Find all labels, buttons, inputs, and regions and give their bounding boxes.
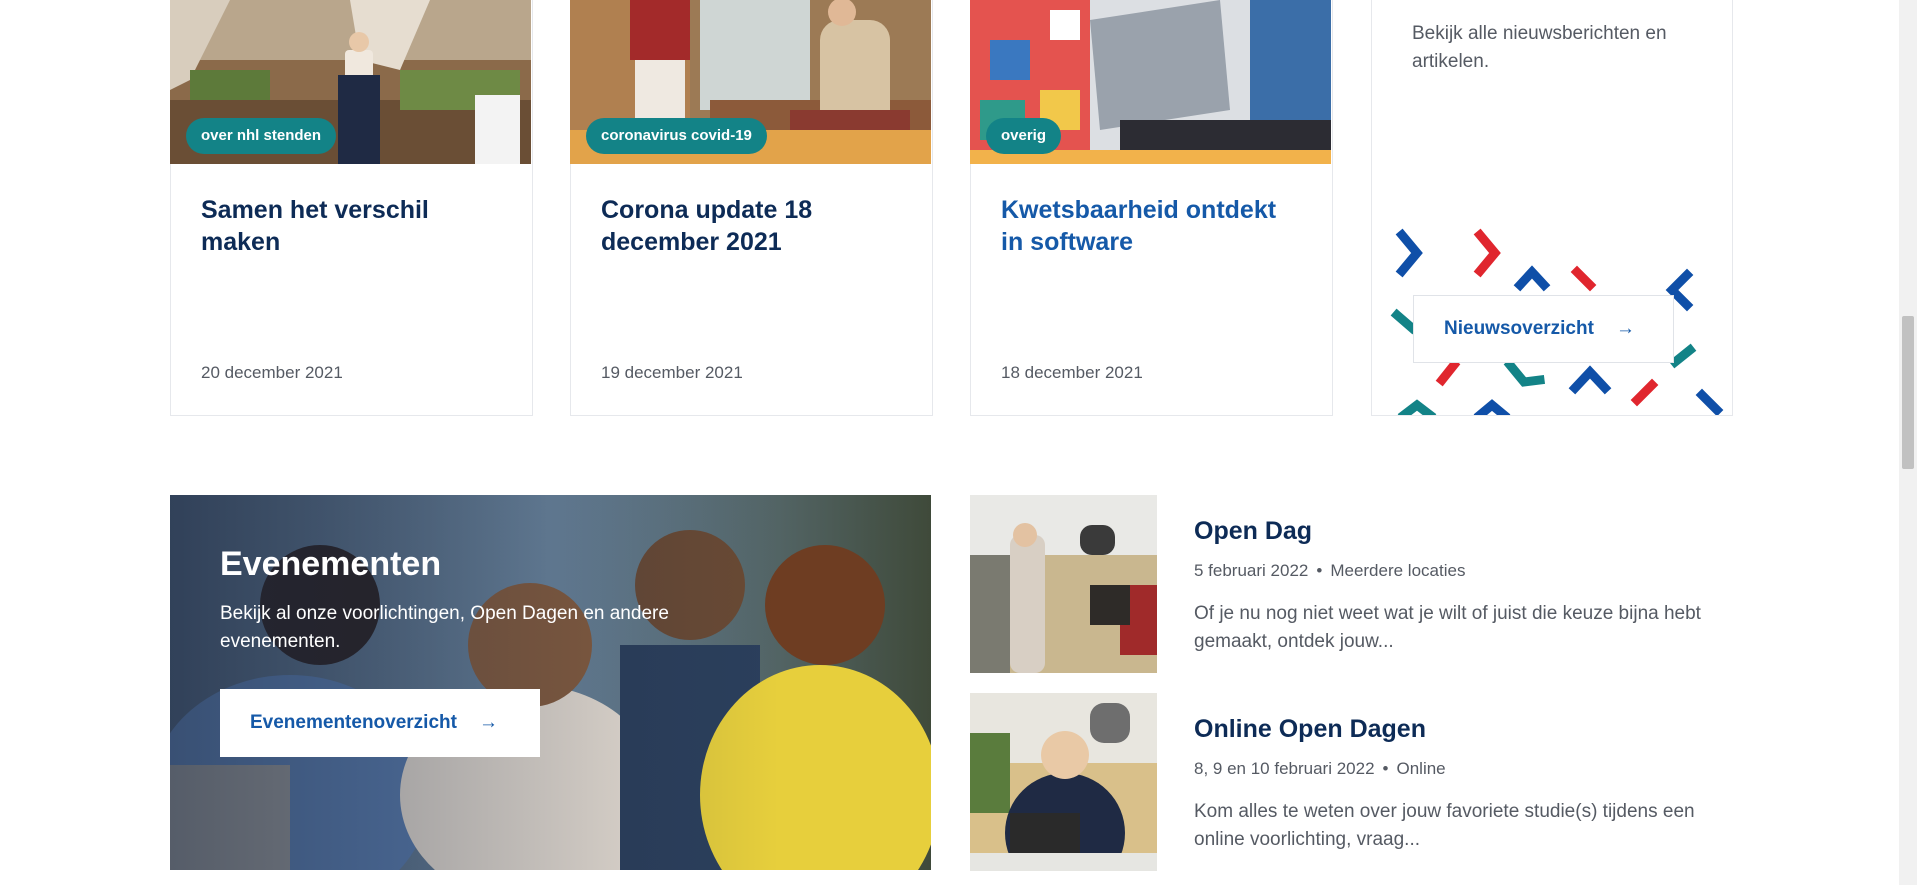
separator-dot: • (1316, 561, 1323, 580)
events-overview-button[interactable]: Evenementenoverzicht → (220, 689, 540, 757)
vertical-scrollbar[interactable] (1899, 0, 1917, 885)
button-label: Evenementenoverzicht (250, 712, 457, 733)
category-tag[interactable]: overig (986, 118, 1062, 154)
category-tag[interactable]: over nhl stenden (186, 118, 337, 154)
event-location: Online (1396, 759, 1446, 778)
news-overview-button[interactable]: Nieuwsoverzicht → (1413, 295, 1674, 363)
event-meta: 8, 9 en 10 februari 2022 • Online (1194, 759, 1446, 779)
news-card[interactable]: over nhl stenden Samen het verschil make… (170, 0, 533, 416)
news-date: 20 december 2021 (201, 363, 343, 382)
event-date: 5 februari 2022 (1194, 561, 1309, 580)
event-thumbnail (970, 495, 1157, 673)
news-card[interactable]: overig Kwetsbaarheid ontdekt in software… (970, 0, 1333, 416)
event-title[interactable]: Online Open Dagen (1194, 715, 1426, 744)
news-card[interactable]: coronavirus covid-19 Corona update 18 de… (570, 0, 933, 416)
events-title: Evenementen (220, 545, 442, 583)
button-label: Nieuwsoverzicht (1444, 318, 1594, 339)
event-thumbnail (970, 693, 1157, 871)
event-location: Meerdere locaties (1330, 561, 1466, 580)
scrollbar-thumb[interactable] (1902, 316, 1914, 469)
category-tag[interactable]: coronavirus covid-19 (586, 118, 767, 154)
event-date: 8, 9 en 10 februari 2022 (1194, 759, 1375, 778)
arrow-right-icon: → (478, 712, 498, 733)
events-hero: Evenementen Bekijk al onze voorlichtinge… (170, 495, 931, 870)
events-description: Bekijk al onze voorlichtingen, Open Dage… (220, 603, 669, 652)
event-description: Kom alles te weten over jouw favoriete s… (1194, 801, 1695, 850)
event-title[interactable]: Open Dag (1194, 517, 1312, 546)
news-title[interactable]: Samen het verschil maken (201, 194, 501, 258)
arrow-right-icon: → (1615, 318, 1635, 339)
event-meta: 5 februari 2022 • Meerdere locaties (1194, 561, 1465, 581)
news-overview-card: Bekijk alle nieuwsberichten en artikelen… (1371, 0, 1733, 416)
overview-text: Bekijk alle nieuwsberichten en artikelen… (1412, 23, 1667, 72)
news-title[interactable]: Corona update 18 december 2021 (601, 194, 901, 258)
separator-dot: • (1382, 759, 1389, 778)
news-title[interactable]: Kwetsbaarheid ontdekt in software (1001, 194, 1301, 258)
event-description: Of je nu nog niet weet wat je wilt of ju… (1194, 603, 1701, 652)
news-date: 18 december 2021 (1001, 363, 1143, 382)
news-date: 19 december 2021 (601, 363, 743, 382)
